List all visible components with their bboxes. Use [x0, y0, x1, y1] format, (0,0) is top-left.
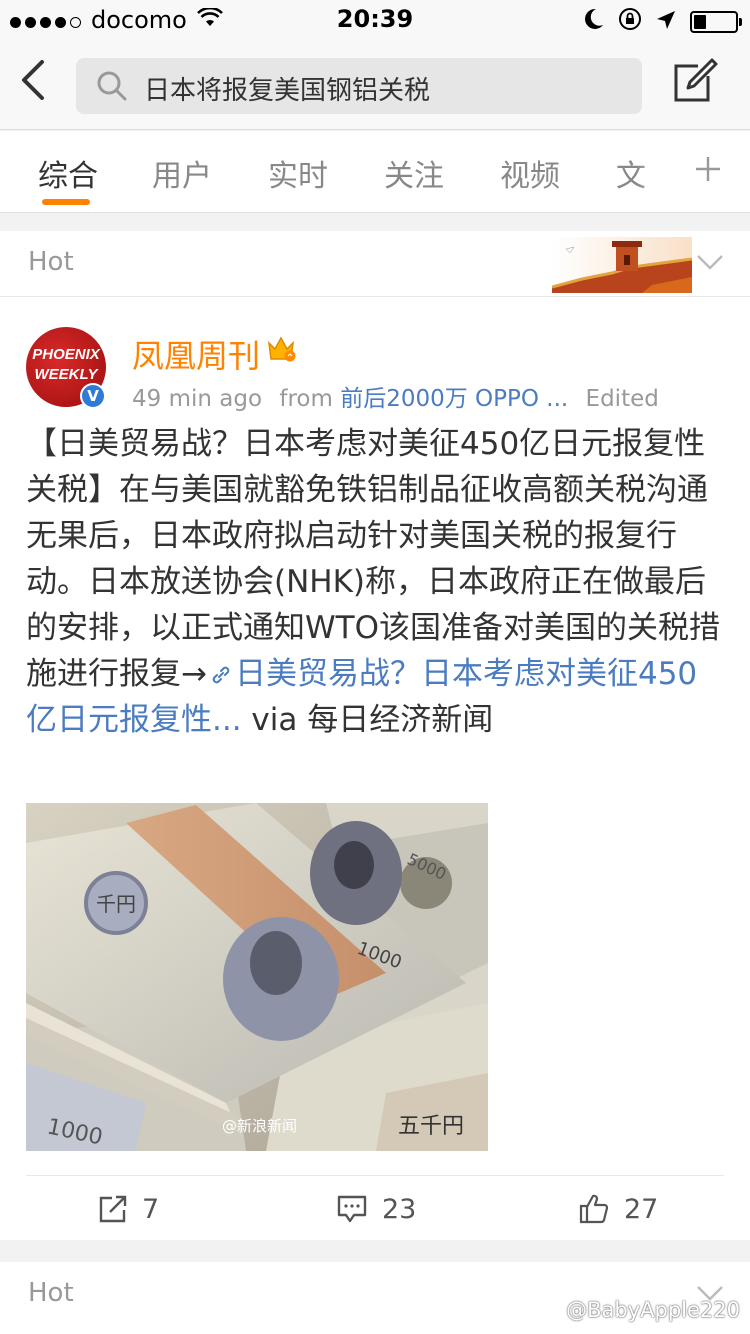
edited-label: Edited: [585, 386, 659, 412]
hot-section-header: Hot: [0, 231, 750, 297]
tab-video[interactable]: 视频: [500, 151, 560, 195]
author-name[interactable]: 凤凰周刊: [132, 331, 260, 377]
from-label: from: [279, 386, 333, 412]
comment-count: 23: [382, 1193, 417, 1225]
thumbs-up-icon: [579, 1194, 609, 1224]
compose-icon: [674, 58, 718, 102]
action-divider: [26, 1175, 724, 1176]
hot-label: Hot: [28, 247, 74, 277]
hot-label-2: Hot: [28, 1278, 74, 1308]
like-count: 27: [624, 1193, 659, 1225]
via-source: via 每日经济新闻: [241, 702, 494, 738]
moon-icon: [584, 8, 604, 36]
tab-users[interactable]: 用户: [152, 151, 212, 195]
plus-icon: [696, 157, 720, 181]
post-text: 【日美贸易战？日本考虑对美征450亿日元报复性关税】在与美国就豁免铁铝制品征收高…: [26, 426, 720, 692]
card-gap: [0, 1240, 750, 1260]
post-source[interactable]: 前后2000万 OPPO ...: [340, 386, 568, 412]
yen-banknotes-photo: 千円 1000 5000 1000 五千円: [26, 803, 488, 1151]
weibo-post-card: Hot PHOENIX WEEKLY V 凤凰周刊 49 min ago fro…: [0, 231, 750, 1240]
navigation-bar: 日本将报复美国钢铝关税: [0, 40, 750, 130]
post-time: 49 min ago: [132, 386, 263, 412]
search-icon: [96, 70, 128, 106]
repost-count: 7: [142, 1193, 160, 1225]
repost-button[interactable]: 7: [98, 1189, 159, 1229]
crown-icon: [266, 335, 296, 367]
search-query: 日本将报复美国钢铝关税: [144, 76, 431, 106]
back-button[interactable]: [18, 58, 62, 112]
weibo-watermark: @BabyApple220: [566, 1298, 740, 1322]
active-tab-indicator: [42, 199, 90, 205]
avatar-logo-text: PHOENIX WEEKLY: [32, 346, 100, 383]
like-button[interactable]: 27: [578, 1189, 658, 1229]
tab-comprehensive[interactable]: 综合: [38, 151, 98, 195]
verified-badge: V: [80, 383, 106, 409]
post-meta: 49 min ago from 前后2000万 OPPO ... Edited: [132, 379, 659, 413]
comment-button[interactable]: 23: [336, 1189, 416, 1229]
location-arrow-icon: [656, 8, 676, 36]
tab-following[interactable]: 关注: [384, 151, 444, 195]
tab-realtime[interactable]: 实时: [268, 151, 328, 195]
tab-bar: 综合 用户 实时 关注 视频 文: [0, 131, 750, 213]
tab-fade: [636, 141, 682, 201]
svg-text:千円: 千円: [96, 892, 136, 916]
rotation-lock-icon: [618, 7, 642, 37]
link-icon: [212, 666, 230, 684]
status-bar: docomo 20:39: [0, 0, 750, 40]
repost-icon: [99, 1195, 127, 1223]
battery-icon: [690, 11, 742, 33]
image-watermark: @新浪新闻: [222, 1117, 298, 1135]
add-tab-button[interactable]: [694, 150, 722, 190]
chevron-down-icon[interactable]: [696, 253, 724, 271]
search-input[interactable]: 日本将报复美国钢铝关税: [76, 58, 642, 114]
chevron-left-icon: [22, 60, 44, 100]
great-wall-banner: [552, 237, 692, 293]
svg-text:五千円: 五千円: [398, 1114, 464, 1139]
compose-button[interactable]: [672, 58, 722, 108]
post-image[interactable]: 千円 1000 5000 1000 五千円 @新浪新闻: [26, 803, 488, 1151]
post-content[interactable]: 【日美贸易战？日本考虑对美征450亿日元报复性关税】在与美国就豁免铁铝制品征收高…: [26, 421, 726, 743]
comment-icon: [337, 1195, 367, 1223]
